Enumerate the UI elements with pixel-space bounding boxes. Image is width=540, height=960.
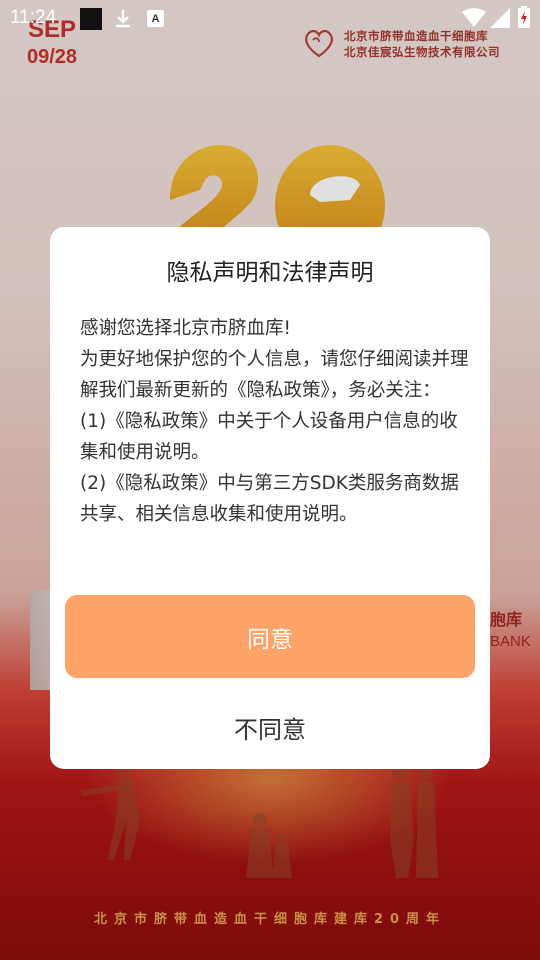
download-icon: [116, 10, 130, 28]
font-a-icon: A: [147, 10, 164, 27]
battery-charging-icon: [518, 6, 530, 28]
dialog-paragraph: (2)《隐私政策》中与第三方SDK类服务商数据共享、相关信息收集和使用说明。: [80, 473, 459, 525]
dialog-paragraph: 为更好地保护您的个人信息，请您仔细阅读并理解我们最新更新的《隐私政策》，务必关注…: [80, 349, 469, 401]
privacy-dialog: 隐私声明和法律声明 感谢您选择北京市脐血库! 为更好地保护您的个人信息，请您仔细…: [50, 227, 490, 769]
status-time: 11:24: [10, 7, 57, 28]
dialog-paragraph: (1)《隐私政策》中关于个人设备用户信息的收集和使用说明。: [80, 411, 458, 463]
signal-icon: [490, 8, 510, 28]
font-a-letter: A: [151, 12, 160, 25]
dialog-body: 感谢您选择北京市脐血库! 为更好地保护您的个人信息，请您仔细阅读并理解我们最新更…: [80, 313, 470, 530]
dialog-title: 隐私声明和法律声明: [166, 260, 374, 286]
dialog-paragraph: 感谢您选择北京市脐血库!: [80, 318, 291, 339]
app-square-icon: [80, 8, 102, 30]
wifi-icon: [462, 8, 486, 27]
disagree-button[interactable]: 不同意: [65, 697, 475, 757]
agree-button[interactable]: 同意: [65, 595, 475, 678]
status-bar: 11:24 A: [0, 0, 540, 36]
